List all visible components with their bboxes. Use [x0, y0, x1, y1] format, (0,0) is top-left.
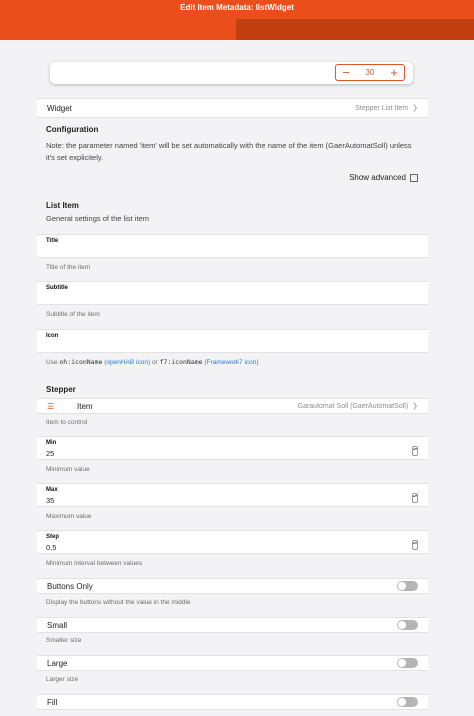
stepper-increment-button[interactable]: + — [384, 65, 404, 80]
widget-label: Widget — [47, 103, 72, 113]
step-field-label: Step — [46, 534, 60, 540]
large-hint: Larger size — [46, 676, 79, 683]
list-icon: ☰ — [47, 401, 55, 411]
title-field[interactable]: Title — [37, 234, 428, 258]
buttons-only-row: Buttons Only — [37, 578, 428, 594]
icon-hint-oh: oh:iconName — [59, 358, 103, 366]
buttons-only-label: Buttons Only — [47, 581, 93, 591]
stepper-value: 30 — [365, 68, 375, 77]
step-spinner-icon[interactable]: ▴▾ — [412, 540, 418, 550]
openhab-icon-link[interactable]: (openHAB icon) — [104, 359, 150, 366]
navbar: Edit Item Metadata: listWidget — [0, 0, 474, 40]
show-advanced-label: Show advanced — [349, 173, 406, 182]
fill-row: Fill — [37, 694, 428, 710]
icon-field[interactable]: Icon — [37, 329, 428, 353]
min-field-label: Min — [46, 440, 57, 446]
configuration-heading: Configuration — [46, 125, 99, 134]
step-hint: Minimum interval between values — [46, 560, 143, 567]
icon-hint-use: Use — [46, 359, 58, 366]
small-label: Small — [47, 620, 68, 630]
min-field[interactable]: Min 25 ▴▾ — [37, 436, 428, 460]
fill-label: Fill — [47, 697, 58, 707]
buttons-only-toggle[interactable] — [397, 581, 418, 591]
item-hint: Item to control — [46, 419, 88, 426]
preview-stepper: − 30 + — [335, 64, 405, 81]
step-field[interactable]: Step 0,5 ▴▾ — [37, 530, 428, 554]
show-advanced-checkbox[interactable] — [410, 173, 418, 182]
item-value: Garautomat Soll (GaerAutomatSoll) — [297, 402, 409, 410]
max-field[interactable]: Max 35 ▴▾ — [37, 483, 428, 507]
framework7-icon-link[interactable]: (Framework7 icon) — [204, 359, 258, 366]
subtitle-field-label: Subtitle — [46, 285, 68, 291]
title-field-label: Title — [46, 238, 59, 244]
title-hint: Title of the item — [46, 264, 91, 271]
list-item-description: General settings of the list item — [46, 214, 149, 223]
step-field-value[interactable]: 0,5 — [46, 543, 56, 552]
subtitle-field[interactable]: Subtitle — [37, 281, 428, 305]
min-hint: Minimum value — [46, 466, 90, 473]
large-label: Large — [47, 658, 68, 668]
list-item-heading: List Item — [46, 201, 79, 210]
large-toggle[interactable] — [397, 658, 418, 668]
widget-selector[interactable]: Widget Stepper List Item ❯ — [37, 98, 428, 118]
small-toggle[interactable] — [397, 620, 418, 630]
page-title: Edit Item Metadata: listWidget — [180, 3, 294, 12]
min-field-value[interactable]: 25 — [46, 449, 54, 458]
icon-hint-or: or — [151, 359, 158, 366]
large-row: Large — [37, 655, 428, 671]
max-hint: Maximum value — [46, 513, 92, 520]
stepper-heading: Stepper — [46, 385, 76, 394]
subtitle-hint: Subtitle of the item — [46, 311, 100, 318]
stepper-decrement-button[interactable]: − — [336, 65, 356, 80]
icon-hint: Use oh:iconName (openHAB icon) or f7:ico… — [46, 358, 259, 366]
icon-field-label: Icon — [46, 333, 59, 339]
buttons-only-hint: Display the buttons without the value in… — [46, 599, 191, 606]
max-field-value[interactable]: 35 — [46, 496, 54, 505]
small-hint: Smaller size — [46, 637, 82, 644]
max-spinner-icon[interactable]: ▴▾ — [412, 493, 418, 503]
show-advanced-toggle[interactable]: Show advanced — [349, 173, 418, 182]
small-row: Small — [37, 617, 428, 633]
chevron-right-icon: ❯ — [412, 105, 418, 112]
item-label: Item — [77, 401, 93, 411]
chevron-right-icon: ❯ — [412, 403, 418, 410]
max-field-label: Max — [46, 487, 58, 493]
icon-hint-f7: f7:iconName — [159, 358, 203, 366]
configuration-note: Note: the parameter named 'item' will be… — [46, 141, 412, 162]
item-selector[interactable]: ☰ Item Garautomat Soll (GaerAutomatSoll)… — [37, 398, 428, 414]
navbar-strip — [236, 19, 474, 40]
widget-value: Stepper List Item — [355, 104, 409, 112]
widget-preview: − 30 + — [50, 62, 413, 84]
fill-toggle[interactable] — [397, 697, 418, 707]
min-spinner-icon[interactable]: ▴▾ — [412, 446, 418, 456]
